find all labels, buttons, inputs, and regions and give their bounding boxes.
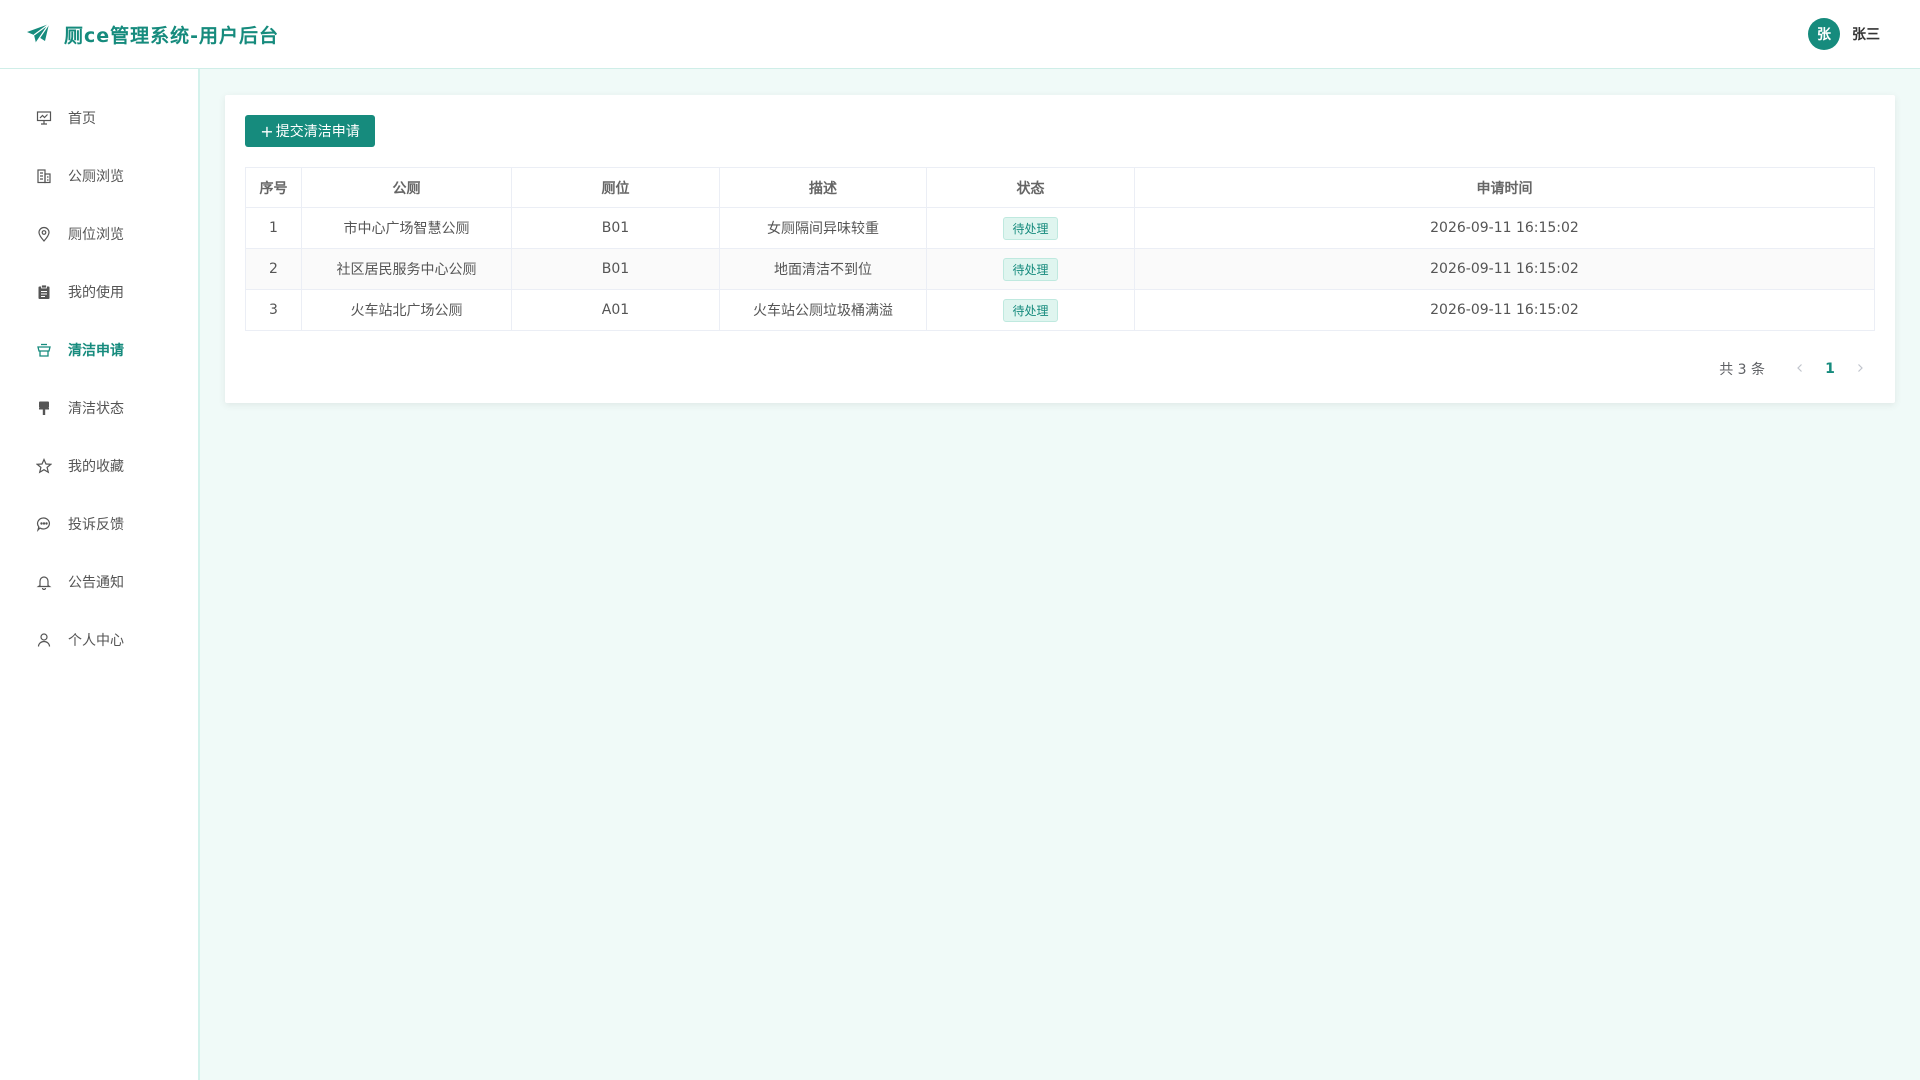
username[interactable]: 张三 [1852, 24, 1880, 44]
sidebar-item-cleaning-status[interactable]: 清洁状态 [0, 379, 198, 437]
submit-cleaning-request-button[interactable]: + 提交清洁申请 [245, 115, 375, 147]
sidebar: 首页 公厕浏览 厕位浏览 我的使用 清洁申请 清洁状态 我的收藏 投诉反馈 公告… [0, 69, 200, 1080]
star-icon [35, 457, 53, 475]
cell-description: 火车站公厕垃圾桶满溢 [719, 289, 927, 331]
sidebar-item-announcement[interactable]: 公告通知 [0, 553, 198, 611]
cell-index: 3 [245, 289, 302, 331]
cell-description: 女厕隔间异味较重 [719, 207, 927, 249]
cell-toilet: 社区居民服务中心公厕 [301, 248, 512, 290]
plus-icon: + [260, 121, 274, 141]
sidebar-item-label: 首页 [68, 111, 96, 127]
paper-plane-icon [26, 22, 50, 46]
status-badge: 待处理 [1003, 298, 1058, 322]
chevron-left-icon[interactable] [1785, 361, 1815, 377]
sidebar-item-label: 投诉反馈 [68, 517, 124, 533]
sidebar-item-label: 个人中心 [68, 633, 124, 649]
sidebar-item-favorites[interactable]: 我的收藏 [0, 437, 198, 495]
table-row[interactable]: 2 社区居民服务中心公厕 B01 地面清洁不到位 待处理 2026-09-11 … [245, 248, 1875, 290]
building-icon [35, 167, 53, 185]
chat-bubble-icon [35, 515, 53, 533]
sidebar-item-my-usage[interactable]: 我的使用 [0, 263, 198, 321]
location-pin-icon [35, 225, 53, 243]
column-header: 公厕 [301, 167, 512, 208]
pagination: 共 3 条 1 [1719, 359, 1875, 379]
pagination-total: 共 3 条 [1719, 362, 1765, 378]
user-menu[interactable]: 张 张三 [1808, 18, 1880, 50]
table-row[interactable]: 3 火车站北广场公厕 A01 火车站公厕垃圾桶满溢 待处理 2026-09-11… [245, 289, 1875, 331]
column-header: 申请时间 [1134, 167, 1875, 208]
cell-status: 待处理 [926, 248, 1135, 290]
tray-icon [35, 341, 53, 359]
cell-stall: B01 [511, 248, 720, 290]
cell-time: 2026-09-11 16:15:02 [1134, 289, 1875, 331]
sidebar-item-complaint[interactable]: 投诉反馈 [0, 495, 198, 553]
brand[interactable]: 厕ce管理系统-用户后台 [26, 21, 279, 48]
status-badge: 待处理 [1003, 216, 1058, 240]
cell-index: 2 [245, 248, 302, 290]
sidebar-item-label: 我的收藏 [68, 459, 124, 475]
cell-index: 1 [245, 207, 302, 249]
sidebar-item-toilet-browse[interactable]: 公厕浏览 [0, 147, 198, 205]
brush-icon [35, 399, 53, 417]
sidebar-item-profile[interactable]: 个人中心 [0, 611, 198, 669]
sidebar-item-label: 公厕浏览 [68, 169, 124, 185]
sidebar-item-stall-browse[interactable]: 厕位浏览 [0, 205, 198, 263]
cell-status: 待处理 [926, 289, 1135, 331]
sidebar-item-label: 厕位浏览 [68, 227, 124, 243]
cleaning-request-table: 序号 公厕 厕位 描述 状态 申请时间 1 市中心广场智慧公厕 B01 女厕隔间… [245, 167, 1875, 331]
sidebar-item-label: 清洁申请 [68, 343, 124, 359]
bell-icon [35, 573, 53, 591]
sidebar-menu: 首页 公厕浏览 厕位浏览 我的使用 清洁申请 清洁状态 我的收藏 投诉反馈 公告… [0, 89, 198, 669]
main-content: + 提交清洁申请 序号 公厕 厕位 描述 状态 申请时间 1 市中心广场智慧公厕… [200, 69, 1920, 1080]
presentation-icon [35, 109, 53, 127]
sidebar-item-label: 我的使用 [68, 285, 124, 301]
request-card: + 提交清洁申请 序号 公厕 厕位 描述 状态 申请时间 1 市中心广场智慧公厕… [225, 95, 1895, 403]
status-badge: 待处理 [1003, 257, 1058, 281]
cell-description: 地面清洁不到位 [719, 248, 927, 290]
column-header: 描述 [719, 167, 927, 208]
avatar[interactable]: 张 [1808, 18, 1840, 50]
cell-toilet: 市中心广场智慧公厕 [301, 207, 512, 249]
table-row[interactable]: 1 市中心广场智慧公厕 B01 女厕隔间异味较重 待处理 2026-09-11 … [245, 207, 1875, 249]
submit-button-label: 提交清洁申请 [275, 124, 360, 140]
clipboard-icon [35, 283, 53, 301]
sidebar-item-label: 公告通知 [68, 575, 124, 591]
column-header: 厕位 [511, 167, 720, 208]
cell-time: 2026-09-11 16:15:02 [1134, 207, 1875, 249]
cell-status: 待处理 [926, 207, 1135, 249]
top-header: 厕ce管理系统-用户后台 张 张三 [0, 0, 1920, 69]
sidebar-item-label: 清洁状态 [68, 401, 124, 417]
chevron-right-icon[interactable] [1845, 361, 1875, 377]
cell-stall: B01 [511, 207, 720, 249]
sidebar-item-home[interactable]: 首页 [0, 89, 198, 147]
sidebar-item-cleaning-request[interactable]: 清洁申请 [0, 321, 198, 379]
app-title: 厕ce管理系统-用户后台 [64, 24, 280, 47]
table-header-row: 序号 公厕 厕位 描述 状态 申请时间 [245, 167, 1875, 208]
column-header: 状态 [926, 167, 1135, 208]
cell-time: 2026-09-11 16:15:02 [1134, 248, 1875, 290]
cell-stall: A01 [511, 289, 720, 331]
pagination-page-1[interactable]: 1 [1815, 361, 1845, 377]
cell-toilet: 火车站北广场公厕 [301, 289, 512, 331]
user-icon [35, 631, 53, 649]
column-header: 序号 [245, 167, 302, 208]
